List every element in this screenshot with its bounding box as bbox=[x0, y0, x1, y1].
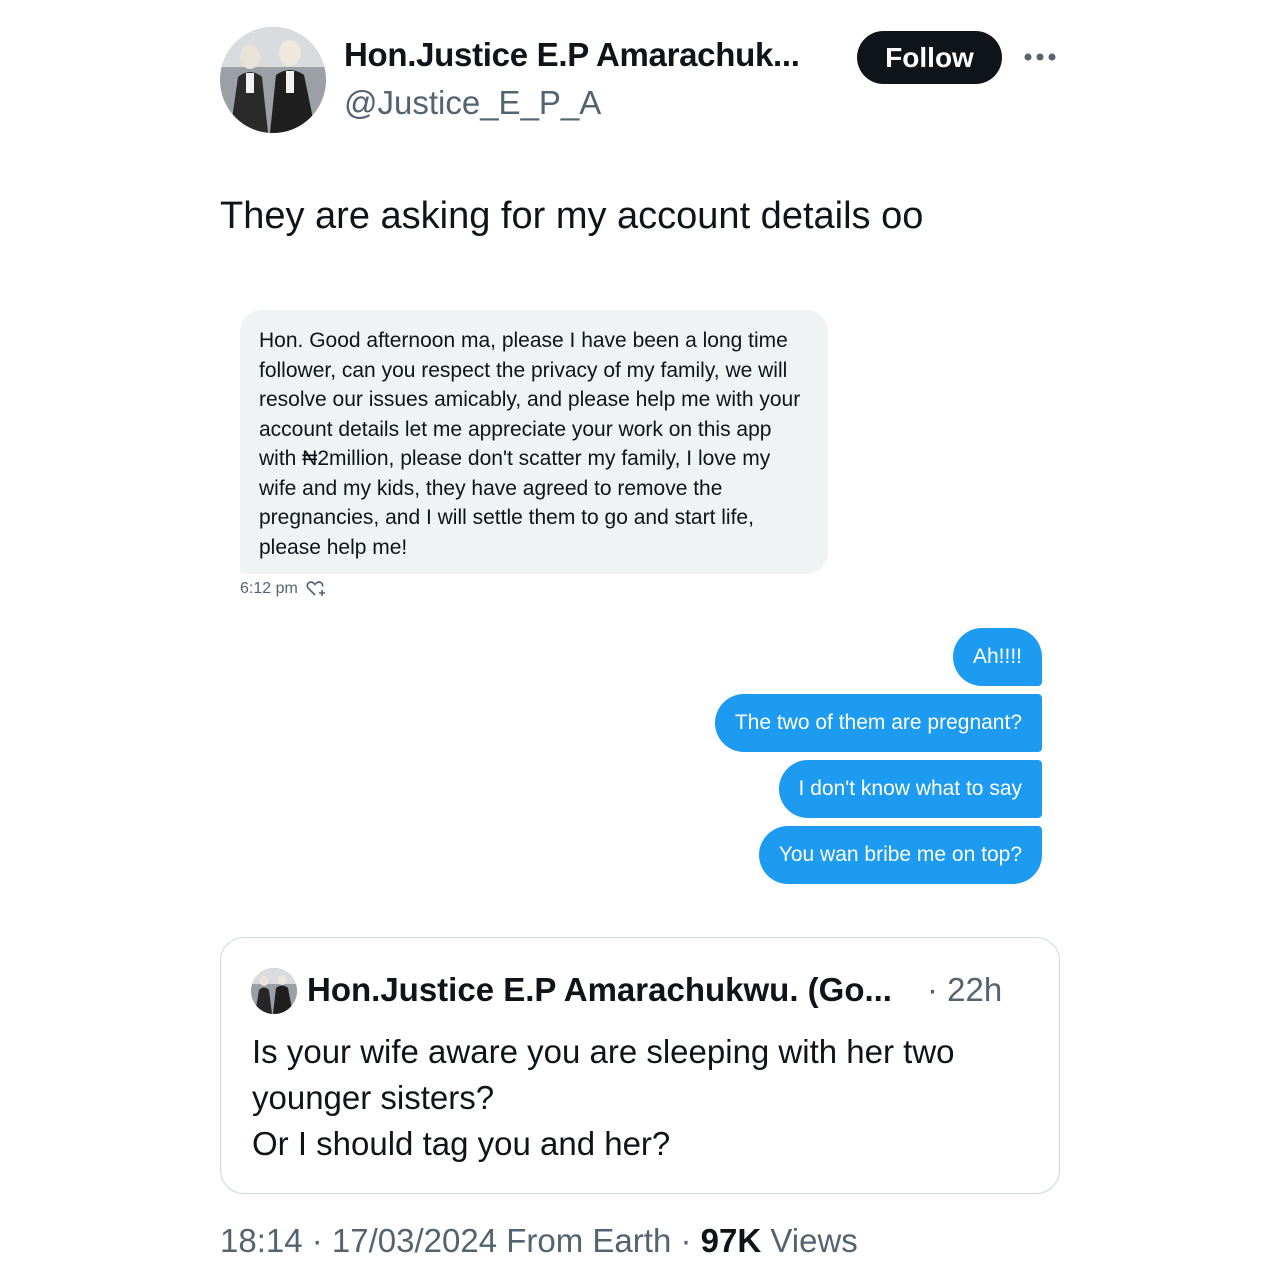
follow-button[interactable]: Follow bbox=[857, 31, 1002, 84]
received-message-meta: 6:12 pm bbox=[240, 580, 328, 598]
quoted-tweet-time: · 22h bbox=[927, 971, 1003, 1008]
sent-message-bubble: Ah!!!! bbox=[952, 628, 1042, 686]
views-label[interactable]: Views bbox=[770, 1222, 857, 1259]
quoted-author-avatar bbox=[251, 968, 297, 1014]
author-display-name[interactable]: Hon.Justice E.P Amarachuk... bbox=[344, 36, 844, 74]
quoted-tweet-text: Is your wife aware you are sleeping with… bbox=[252, 1029, 1042, 1167]
quoted-tweet-line: younger sisters? bbox=[252, 1079, 495, 1116]
quoted-tweet-line: Is your wife aware you are sleeping with… bbox=[252, 1033, 955, 1070]
tweet-source: From Earth bbox=[506, 1222, 672, 1259]
author-avatar[interactable] bbox=[220, 27, 326, 133]
tweet-date[interactable]: 17/03/2024 bbox=[332, 1222, 497, 1259]
quoted-author-name: Hon.Justice E.P Amarachukwu. (Go... bbox=[307, 971, 892, 1008]
more-options-icon[interactable] bbox=[1022, 50, 1058, 64]
received-message-time: 6:12 pm bbox=[240, 580, 298, 597]
sent-message-bubble: I don't know what to say bbox=[778, 760, 1042, 818]
sent-message-bubble: The two of them are pregnant? bbox=[714, 694, 1042, 752]
quoted-tweet-card[interactable]: Hon.Justice E.P Amarachukwu. (Go... · 22… bbox=[220, 937, 1060, 1194]
quoted-tweet-line: Or I should tag you and her? bbox=[252, 1125, 671, 1162]
tweet-footer: 18:14 · 17/03/2024 From Earth · 97K View… bbox=[220, 1222, 858, 1259]
sent-message-bubble: You wan bribe me on top? bbox=[758, 826, 1042, 884]
tweet-time[interactable]: 18:14 bbox=[220, 1222, 303, 1259]
heart-plus-icon bbox=[306, 581, 325, 596]
author-handle[interactable]: @Justice_E_P_A bbox=[344, 84, 601, 122]
received-message-bubble: Hon. Good afternoon ma, please I have be… bbox=[240, 310, 828, 574]
tweet-text: They are asking for my account details o… bbox=[220, 195, 924, 237]
views-count[interactable]: 97K bbox=[701, 1222, 762, 1259]
